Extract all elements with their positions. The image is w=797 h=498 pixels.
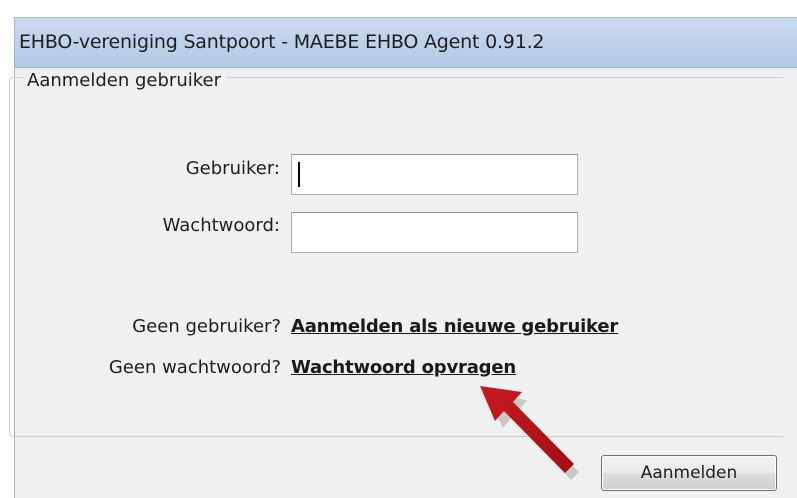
window-title: EHBO-vereniging Santpoort - MAEBE EHBO A…	[19, 31, 545, 53]
no-user-text: Geen gebruiker?	[132, 316, 281, 337]
password-input[interactable]	[291, 212, 578, 253]
red-arrow-icon	[480, 386, 579, 480]
username-input[interactable]	[291, 154, 578, 195]
title-bar[interactable]: EHBO-vereniging Santpoort - MAEBE EHBO A…	[15, 18, 797, 68]
password-label: Wachtwoord:	[162, 215, 280, 236]
login-button[interactable]: Aanmelden	[601, 455, 777, 491]
text-caret	[298, 162, 300, 187]
login-group-legend: Aanmelden gebruiker	[23, 70, 226, 91]
no-password-text: Geen wachtwoord?	[108, 357, 281, 378]
register-new-user-link[interactable]: Aanmelden als nieuwe gebruiker	[291, 316, 618, 337]
request-password-link[interactable]: Wachtwoord opvragen	[291, 357, 516, 378]
arrow-body	[480, 386, 574, 473]
login-group-box	[9, 77, 783, 437]
username-label: Gebruiker:	[185, 158, 280, 179]
